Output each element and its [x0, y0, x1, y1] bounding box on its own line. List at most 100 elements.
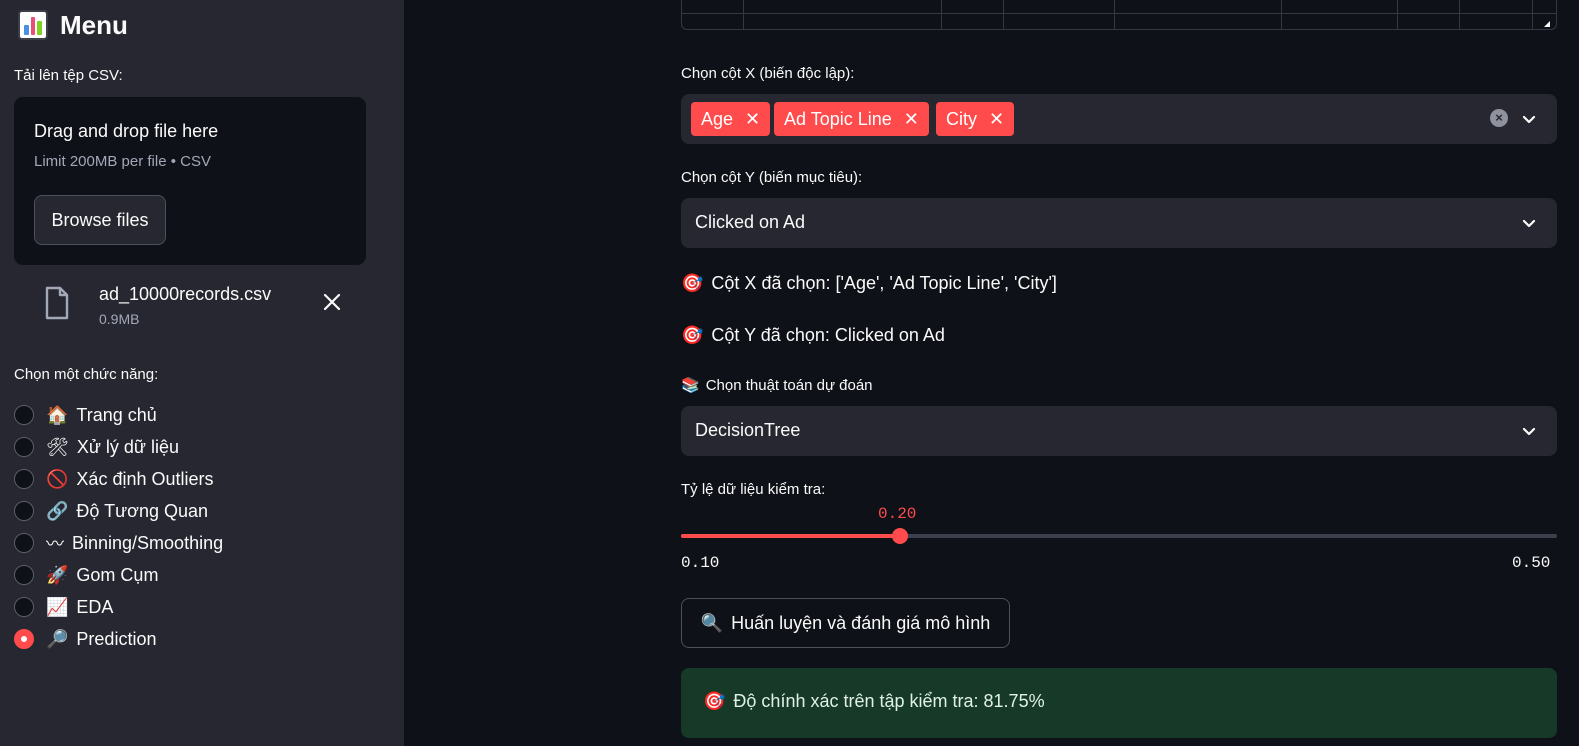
tag-age[interactable]: Age ✕ — [691, 102, 771, 136]
file-icon — [45, 286, 69, 320]
y-column-select[interactable]: Clicked on Ad — [681, 198, 1557, 248]
radio-unselected-icon[interactable] — [14, 501, 34, 521]
radio-option-label: Prediction — [76, 628, 157, 649]
chevron-down-icon[interactable] — [1521, 215, 1537, 231]
radio-option-text: 🔗 Độ Tương Quan — [46, 501, 208, 522]
tag-remove-icon[interactable]: ✕ — [745, 109, 760, 130]
test-size-label: Tỷ lệ dữ liệu kiểm tra: — [681, 481, 826, 498]
radio-option-text: 📈 EDA — [46, 597, 113, 618]
radio-selected-icon[interactable] — [14, 629, 34, 649]
radio-option[interactable]: 🚀 Gom Cụm — [14, 559, 223, 591]
function-radio-group: 🏠 Trang chủ 🛠 Xử lý dữ liệu 🚫 Xác định Outlie… — [14, 399, 223, 655]
clear-all-icon[interactable]: × — [1490, 109, 1508, 127]
target-icon: 🎯 — [703, 691, 726, 712]
tag-label: Ad Topic Line — [784, 108, 892, 129]
slider-fill — [681, 534, 900, 538]
sidebar: Menu Tải lên tệp CSV: Drag and drop file… — [0, 0, 404, 746]
x-columns-multiselect[interactable]: Age ✕ Ad Topic Line ✕ City ✕ × — [681, 94, 1557, 144]
algorithm-select[interactable]: DecisionTree — [681, 406, 1557, 456]
option-emoji-icon: 📈 — [46, 596, 69, 618]
radio-unselected-icon[interactable] — [14, 565, 34, 585]
radio-option[interactable]: 📈 EDA — [14, 591, 223, 623]
radio-option-text: 〰 Binning/Smoothing — [46, 530, 223, 556]
tag-city[interactable]: City ✕ — [936, 102, 1015, 136]
x-selected-text: Cột X đã chọn: ['Age', 'Ad Topic Line', … — [711, 273, 1057, 293]
y-selected-text: Cột Y đã chọn: Clicked on Ad — [711, 325, 945, 345]
option-emoji-icon: 〰 — [46, 534, 64, 555]
radio-option-label: Xử lý dữ liệu — [76, 436, 179, 457]
radio-option-label: Độ Tương Quan — [76, 500, 209, 521]
dropzone-subtitle: Limit 200MB per file • CSV — [34, 153, 211, 170]
radio-option-text: 🏠 Trang chủ — [46, 405, 157, 426]
tag-label: Age — [701, 108, 734, 129]
remove-file-icon[interactable] — [320, 290, 344, 314]
radio-option-label: Gom Cụm — [76, 564, 159, 585]
magnifier-icon: 🔍 — [700, 612, 724, 634]
radio-option-label: Xác định Outliers — [76, 468, 214, 489]
uploaded-file: ad_10000records.csv 0.9MB — [40, 282, 360, 330]
option-emoji-icon: 🚫 — [46, 468, 69, 490]
file-dropzone[interactable]: Drag and drop file here Limit 200MB per … — [14, 97, 366, 265]
radio-unselected-icon[interactable] — [14, 597, 34, 617]
radio-option[interactable]: 🚫 Xác định Outliers — [14, 463, 223, 495]
target-icon: 🎯 — [681, 273, 704, 294]
target-icon: 🎯 — [681, 325, 704, 346]
radio-option[interactable]: 🔗 Độ Tương Quan — [14, 495, 223, 527]
radio-unselected-icon[interactable] — [14, 469, 34, 489]
train-button-label: Huấn luyện và đánh giá mô hình — [731, 612, 991, 633]
tag-remove-icon[interactable]: ✕ — [904, 109, 919, 130]
option-emoji-icon: 🔎 — [46, 628, 69, 650]
x-columns-label: Chọn cột X (biến độc lập): — [681, 65, 855, 82]
radio-option[interactable]: 🔎 Prediction — [14, 623, 223, 655]
option-emoji-icon: 🚀 — [46, 564, 69, 586]
x-selected-info: 🎯 Cột X đã chọn: ['Age', 'Ad Topic Line'… — [681, 273, 1057, 294]
radio-unselected-icon[interactable] — [14, 437, 34, 457]
sidebar-title: Menu — [60, 9, 128, 40]
tag-ad-topic-line[interactable]: Ad Topic Line ✕ — [774, 102, 929, 136]
radio-option[interactable]: 〰 Binning/Smoothing — [14, 527, 223, 559]
radio-unselected-icon[interactable] — [14, 533, 34, 553]
y-column-value: Clicked on Ad — [695, 212, 806, 232]
tag-remove-icon[interactable]: ✕ — [989, 109, 1004, 130]
accuracy-text: Độ chính xác trên tập kiểm tra: 81.75% — [733, 691, 1045, 711]
radio-option-label: Binning/Smoothing — [72, 532, 224, 553]
radio-option-label: EDA — [76, 596, 114, 617]
algorithm-label: 📚 Chọn thuật toán dự đoán — [681, 376, 873, 394]
sidebar-header: Menu — [18, 8, 128, 42]
train-evaluate-button[interactable]: 🔍 Huấn luyện và đánh giá mô hình — [681, 598, 1010, 648]
radio-option[interactable]: 🛠 Xử lý dữ liệu — [14, 431, 223, 463]
bar-chart-icon — [18, 10, 48, 40]
chevron-down-icon[interactable] — [1521, 111, 1537, 127]
file-size: 0.9MB — [99, 311, 140, 327]
algorithm-value: DecisionTree — [695, 420, 801, 440]
upload-label: Tải lên tệp CSV: — [14, 67, 123, 84]
option-emoji-icon: 🔗 — [46, 500, 69, 522]
accuracy-result-alert: 🎯 Độ chính xác trên tập kiểm tra: 81.75% — [681, 668, 1557, 738]
resize-handle-icon[interactable] — [1544, 21, 1550, 27]
chevron-down-icon[interactable] — [1521, 423, 1537, 439]
option-emoji-icon: 🛠 — [46, 436, 69, 458]
books-icon: 📚 — [681, 376, 700, 394]
option-emoji-icon: 🏠 — [46, 404, 69, 426]
y-selected-info: 🎯 Cột Y đã chọn: Clicked on Ad — [681, 325, 945, 346]
slider-min-value: 0.10 — [681, 554, 720, 572]
dropzone-title: Drag and drop file here — [34, 121, 219, 141]
radio-option-text: 🔎 Prediction — [46, 629, 156, 650]
function-radio-label: Chọn một chức năng: — [14, 366, 159, 383]
slider-thumb[interactable] — [892, 528, 908, 544]
slider-max-value: 0.50 — [1512, 554, 1551, 572]
radio-option-label: Trang chủ — [76, 404, 157, 425]
radio-option-text: 🛠 Xử lý dữ liệu — [46, 437, 179, 458]
algorithm-label-text: Chọn thuật toán dự đoán — [705, 376, 873, 394]
radio-unselected-icon[interactable] — [14, 405, 34, 425]
main-content: Chọn cột X (biến độc lập): Age ✕ Ad Topic… — [404, 0, 1579, 746]
file-name: ad_10000records.csv — [99, 284, 272, 304]
slider-current-value: 0.20 — [878, 505, 917, 523]
y-column-label: Chọn cột Y (biến mục tiêu): — [681, 169, 863, 186]
browse-files-button[interactable]: Browse files — [34, 195, 166, 245]
radio-option-text: 🚀 Gom Cụm — [46, 565, 158, 586]
radio-option-text: 🚫 Xác định Outliers — [46, 469, 214, 490]
radio-option[interactable]: 🏠 Trang chủ — [14, 399, 223, 431]
tag-label: City — [946, 108, 977, 129]
data-table[interactable] — [681, 0, 1557, 30]
